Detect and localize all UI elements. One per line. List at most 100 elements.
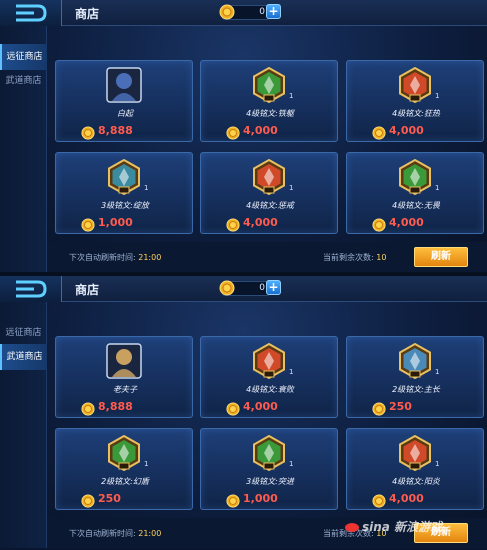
shop-item-card[interactable]: 1 3级铭文:突进 1,000 [200,428,338,510]
item-quantity: 1 [144,184,149,192]
add-currency-button[interactable]: + [266,280,281,295]
item-quantity: 1 [289,368,294,376]
coin-count: 0 [259,283,265,293]
item-price: 4,000 [389,124,424,137]
item-quantity: 1 [435,368,440,376]
item-name: 4级铭文:无畏 [392,201,440,210]
shop-item-card[interactable]: 白起 8,888 [55,60,193,142]
panel-divider [0,272,487,276]
rune-icon [251,66,287,104]
item-name: 老夫子 [113,385,137,394]
watermark: sina 新浪游戏 [345,518,442,535]
sidebar: 远征商店 武道商店 [0,302,47,548]
coin-icon [81,217,95,236]
coin-icon [81,401,95,420]
item-name: 4级铭文:狂热 [392,109,440,118]
coin-icon [81,125,95,144]
item-name: 4级铭文:铁躯 [246,109,294,118]
sidebar: 远征商店 武道商店 [0,26,47,272]
shop-item-card[interactable]: 1 3级铭文:绽放 1,000 [55,152,193,234]
coin-icon [372,217,386,236]
rune-icon [106,434,142,472]
coin-icon [226,493,240,512]
coin-icon [372,125,386,144]
item-name: 2级铭文:主长 [392,385,440,394]
coin-icon [219,280,235,300]
item-name: 2级铭文:幻盾 [101,477,149,486]
item-quantity: 1 [435,184,440,192]
back-arrow-icon [16,280,47,298]
item-price: 1,000 [243,492,278,505]
rune-icon [397,66,433,104]
hero-portrait-icon [106,343,142,379]
currency-display: 0 [219,280,270,296]
item-price: 1,000 [98,216,133,229]
shop-panel: 商店 0 + 远征商店 武道商店 白起 8,888 1 4级铭文:铁躯 4,00… [0,0,487,272]
coin-icon [372,493,386,512]
shop-item-card[interactable]: 1 4级铭文:衰败 4,000 [200,336,338,418]
rune-icon [397,158,433,196]
item-price: 4,000 [243,216,278,229]
item-price: 250 [389,400,412,413]
coin-icon [226,401,240,420]
coin-icon [226,125,240,144]
shop-item-card[interactable]: 1 4级铭文:狂热 4,000 [346,60,484,142]
currency-display: 0 [219,4,270,20]
sidebar-tab[interactable]: 远征商店 [0,44,47,70]
item-price: 4,000 [389,492,424,505]
refresh-button[interactable]: 刷新 [414,247,468,267]
page-title: 商店 [75,7,100,21]
item-price: 8,888 [98,124,133,137]
item-quantity: 1 [289,184,294,192]
coin-icon [226,217,240,236]
sidebar-tab[interactable]: 武道商店 [0,68,47,94]
footer-bar: 下次自动刷新时间: 21:00 当前剩余次数: 10 刷新 [47,242,487,272]
item-name: 4级铭文:惩戒 [246,201,294,210]
page-title: 商店 [75,283,100,297]
coin-count: 0 [259,7,265,17]
item-name: 3级铭文:绽放 [101,201,149,210]
shop-item-card[interactable]: 1 4级铭文:惩戒 4,000 [200,152,338,234]
item-name: 白起 [117,109,133,118]
item-price: 8,888 [98,400,133,413]
item-quantity: 1 [289,92,294,100]
item-quantity: 1 [435,460,440,468]
rune-icon [106,158,142,196]
back-button[interactable] [0,276,62,302]
sina-eye-icon [345,523,359,532]
rune-icon [251,434,287,472]
item-price: 250 [98,492,121,505]
item-quantity: 1 [289,460,294,468]
shop-item-card[interactable]: 1 2级铭文:幻盾 250 [55,428,193,510]
item-price: 4,000 [389,216,424,229]
shop-item-card[interactable]: 1 4级铭文:铁躯 4,000 [200,60,338,142]
remaining-count-info: 当前剩余次数: 10 [323,253,387,262]
rune-icon [397,342,433,380]
coin-icon [81,493,95,512]
top-bar: 商店 0 + [0,276,487,302]
item-name: 3级铭文:突进 [246,477,294,486]
item-quantity: 1 [144,460,149,468]
coin-icon [372,401,386,420]
shop-panel: 商店 0 + 远征商店 武道商店 老夫子 8,888 1 4级铭文:衰败 4,0… [0,276,487,548]
shop-item-card[interactable]: 1 2级铭文:主长 250 [346,336,484,418]
coin-icon [219,4,235,24]
rune-icon [251,342,287,380]
shop-item-card[interactable]: 老夫子 8,888 [55,336,193,418]
rune-icon [251,158,287,196]
add-currency-button[interactable]: + [266,4,281,19]
shop-item-card[interactable]: 1 4级铭文:阳炎 4,000 [346,428,484,510]
sidebar-tab[interactable]: 远征商店 [0,320,47,346]
back-arrow-icon [16,4,47,22]
sidebar-tab[interactable]: 武道商店 [0,344,47,370]
rune-icon [397,434,433,472]
back-button[interactable] [0,0,62,26]
item-price: 4,000 [243,124,278,137]
hero-portrait-icon [106,67,142,103]
refresh-time-info: 下次自动刷新时间: 21:00 [69,253,162,262]
item-name: 4级铭文:阳炎 [392,477,440,486]
item-quantity: 1 [435,92,440,100]
refresh-time-info: 下次自动刷新时间: 21:00 [69,529,162,538]
shop-item-card[interactable]: 1 4级铭文:无畏 4,000 [346,152,484,234]
item-name: 4级铭文:衰败 [246,385,294,394]
